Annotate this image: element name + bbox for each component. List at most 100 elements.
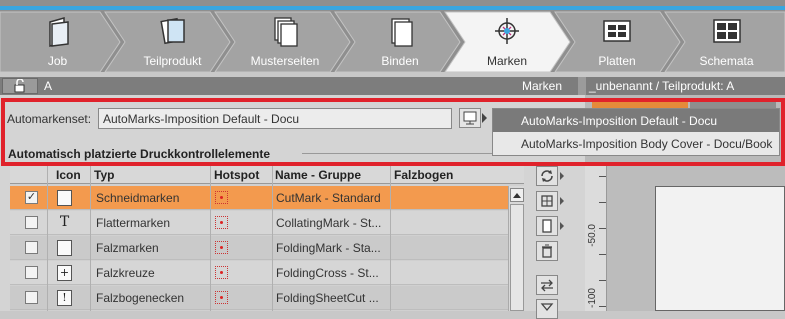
chevron-right-icon[interactable] <box>560 197 564 205</box>
column-header[interactable]: Typ <box>94 168 114 182</box>
binding-icon <box>391 18 413 47</box>
swap-icon <box>541 279 553 292</box>
type-cell: Flattermarken <box>96 216 171 230</box>
chevron-up-icon <box>513 193 521 198</box>
dropdown-option[interactable]: AutoMarks-Imposition Default - Docu <box>493 109 779 132</box>
title-strip: A Marken _unbenannt / Teilprodukt: A <box>0 77 785 95</box>
name-cell: FoldingSheetCut ... <box>276 291 379 305</box>
step-label: Platten <box>598 54 636 68</box>
step-label: Schemata <box>699 54 754 68</box>
column-header[interactable]: Falzbogen <box>394 168 453 182</box>
column-header[interactable]: Icon <box>56 168 81 182</box>
view-title: Marken <box>522 79 563 93</box>
step-marken[interactable]: Marken <box>448 0 566 72</box>
pages-icon <box>159 17 185 45</box>
column-header[interactable]: Hotspot <box>214 168 259 182</box>
automarkenset-field[interactable]: AutoMarks-Imposition Default - Docu <box>98 108 452 129</box>
ruler-label: -50.0 <box>587 224 598 247</box>
hotspot-icon <box>215 291 228 304</box>
chevron-right-icon[interactable] <box>482 113 487 123</box>
delete-button[interactable] <box>536 241 558 261</box>
type-cell: Falzkreuze <box>96 266 155 280</box>
chevron-right-icon[interactable] <box>560 172 564 180</box>
step-schemata[interactable]: Schemata <box>668 0 785 72</box>
crop-mark-icon <box>495 18 519 44</box>
scroll-thumb[interactable] <box>510 204 524 311</box>
step-label: Binden <box>381 54 419 68</box>
table-row[interactable]: + Falzkreuze FoldingCross - St... <box>10 261 508 285</box>
step-label: Job <box>47 54 68 68</box>
ruler-tick <box>599 254 606 255</box>
folder-icon <box>48 17 69 47</box>
table-header: Icon Typ Hotspot Name - Gruppe Falzbogen <box>10 166 524 184</box>
chevron-right-icon[interactable] <box>560 222 564 230</box>
divider <box>302 153 492 154</box>
column-divider <box>210 166 211 311</box>
mark-library-button[interactable] <box>536 191 558 211</box>
table-scrollbar[interactable] <box>508 186 524 311</box>
unlock-icon <box>14 79 25 93</box>
folding-sheet-corner-icon: ! <box>57 290 72 306</box>
hotspot-icon <box>215 216 228 229</box>
type-cell: Schneidmarken <box>96 191 180 205</box>
edit-mark-button[interactable] <box>536 216 558 236</box>
document-title: _unbenannt / Teilprodukt: A <box>589 79 735 93</box>
ruler-tick <box>599 228 606 229</box>
table-row[interactable]: Falzmarken FoldingMark - Sta... <box>10 236 508 260</box>
step-platten[interactable]: Platten <box>558 0 676 72</box>
step-job[interactable]: Job <box>0 0 115 72</box>
row-checkbox[interactable]: ✓ <box>25 191 38 204</box>
step-label: Marken <box>486 54 527 68</box>
step-label: Teilprodukt <box>143 54 202 68</box>
column-divider <box>390 166 391 311</box>
master-pages-icon <box>274 17 298 47</box>
hotspot-icon <box>215 191 228 204</box>
dropdown-option[interactable]: AutoMarks-Imposition Body Cover - Docu/B… <box>493 132 779 155</box>
row-checkbox[interactable] <box>25 216 38 229</box>
folding-cross-icon: + <box>57 265 72 281</box>
refresh-icon <box>541 170 553 182</box>
row-checkbox[interactable] <box>25 241 38 254</box>
row-checkbox[interactable] <box>25 266 38 279</box>
ruler-tick <box>599 202 606 203</box>
column-header[interactable]: Name - Gruppe <box>275 168 361 182</box>
ruler-tick <box>599 176 606 177</box>
collating-mark-icon: T <box>59 214 70 230</box>
automarkenset-menu-button[interactable] <box>459 108 481 128</box>
trash-icon <box>542 244 552 258</box>
page-icon <box>542 219 552 233</box>
table-row[interactable]: T Flattermarken CollatingMark - St... <box>10 211 508 235</box>
ruler-tick <box>599 280 606 281</box>
type-cell: Falzmarken <box>96 241 159 255</box>
row-checkbox[interactable] <box>25 291 38 304</box>
sheet-preview[interactable] <box>655 186 785 311</box>
scroll-up-button[interactable] <box>510 188 524 202</box>
plates-icon <box>603 20 631 42</box>
folding-mark-icon <box>57 240 72 256</box>
ruler-label: -100 <box>587 288 598 309</box>
automarkenset-label: Automarkenset: <box>7 112 92 126</box>
name-cell: FoldingCross - St... <box>276 266 379 280</box>
refresh-button[interactable] <box>536 166 558 186</box>
move-down-button[interactable] <box>536 299 558 319</box>
lock-button[interactable] <box>2 78 38 94</box>
table-row[interactable]: ! Falzbogenecken FoldingSheetCut ... <box>10 286 508 310</box>
section-title: Automatisch platzierte Druckkontrollelem… <box>8 147 271 161</box>
schema-icon <box>712 19 741 43</box>
step-musterseiten[interactable]: Musterseiten <box>225 0 345 72</box>
step-teilprodukt[interactable]: Teilprodukt <box>110 0 235 72</box>
ruler-tick <box>599 306 606 307</box>
marks-table: Icon Typ Hotspot Name - Gruppe Falzbogen… <box>10 166 524 311</box>
step-binden[interactable]: Binden <box>340 0 460 72</box>
column-divider <box>90 166 91 311</box>
column-divider <box>47 166 48 311</box>
mark-library-icon <box>541 195 553 207</box>
hotspot-icon <box>215 241 228 254</box>
chevron-down-icon <box>540 303 554 312</box>
vertical-ruler: -50.0 -100 <box>585 166 607 311</box>
cut-mark-icon <box>57 190 72 206</box>
table-tools <box>536 166 566 319</box>
swap-button[interactable] <box>536 275 558 295</box>
column-divider <box>272 166 273 311</box>
table-row[interactable]: ✓ Schneidmarken CutMark - Standard <box>10 186 508 210</box>
